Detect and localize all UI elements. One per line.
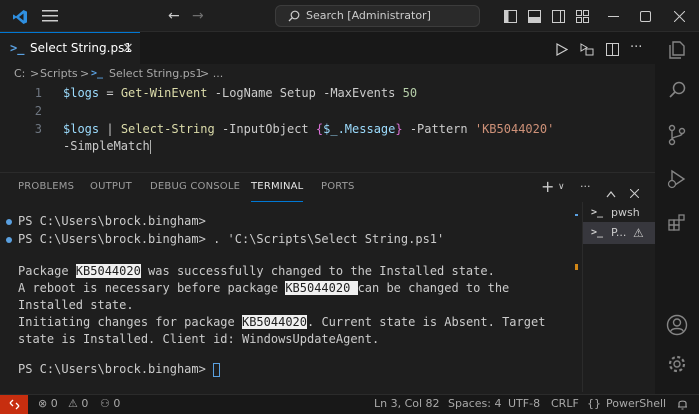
- code-line-1[interactable]: $logs = Get-WinEvent -LogName Setup -Max…: [63, 86, 417, 100]
- run-debug-icon[interactable]: [655, 168, 699, 195]
- scroll-marker: [575, 264, 578, 270]
- breadcrumb-folder[interactable]: Scripts: [40, 64, 78, 84]
- breadcrumb-file[interactable]: Select String.ps1: [109, 64, 202, 84]
- ports-icon: ⚇: [100, 397, 110, 410]
- warnings-indicator[interactable]: ⚠ 0: [68, 395, 88, 413]
- language-mode[interactable]: PowerShell: [606, 395, 666, 413]
- minimize-icon[interactable]: [608, 0, 619, 32]
- encoding[interactable]: UTF-8: [508, 395, 540, 413]
- editor-tab-bar: >_ Select String.ps1 × ···: [0, 32, 655, 64]
- command-decoration-icon[interactable]: [6, 219, 12, 225]
- new-terminal-icon[interactable]: +: [541, 173, 554, 201]
- errors-indicator[interactable]: ⊗ 0: [38, 395, 58, 413]
- chevron-right-icon: >: [30, 67, 40, 80]
- line-number: 3: [34, 122, 42, 136]
- back-arrow-icon[interactable]: ←: [168, 0, 180, 32]
- menu-icon[interactable]: [42, 0, 58, 32]
- tab-terminal[interactable]: TERMINAL: [251, 173, 304, 202]
- chevron-down-icon[interactable]: ∨: [558, 173, 565, 201]
- terminal-line: Package KB5044020 was successfully chang…: [18, 264, 495, 278]
- notifications-icon[interactable]: [677, 395, 688, 413]
- terminal-item-label: P...: [611, 226, 627, 239]
- tab-output[interactable]: OUTPUT: [90, 173, 132, 201]
- line-number: 2: [34, 104, 42, 118]
- vscode-logo-icon: [12, 0, 28, 32]
- terminal-item-label: pwsh: [611, 206, 640, 219]
- activity-bar: [655, 32, 699, 394]
- tab-problems[interactable]: PROBLEMS: [18, 173, 74, 201]
- source-control-icon[interactable]: [655, 124, 699, 151]
- close-icon[interactable]: [673, 0, 686, 32]
- gear-icon[interactable]: [655, 354, 699, 379]
- terminal-line: A reboot is necessary before package KB5…: [18, 281, 510, 295]
- command-decoration-icon[interactable]: [6, 237, 12, 243]
- terminal-cursor: [213, 362, 221, 377]
- error-icon: ⊗: [38, 397, 48, 410]
- search-icon: [288, 6, 300, 26]
- powershell-file-icon: >_: [10, 41, 25, 55]
- tab-select-string[interactable]: >_ Select String.ps1 ×: [0, 32, 140, 64]
- search-icon[interactable]: [655, 80, 699, 105]
- forward-arrow-icon[interactable]: →: [192, 0, 204, 32]
- terminal-item-pwsh[interactable]: >_ pwsh: [583, 202, 655, 224]
- extensions-icon[interactable]: [655, 212, 699, 237]
- code-editor[interactable]: 1 $logs = Get-WinEvent -LogName Setup -M…: [0, 84, 655, 170]
- tab-label: Select String.ps1: [30, 41, 132, 55]
- tab-debug-console[interactable]: DEBUG CONSOLE: [150, 173, 240, 201]
- more-actions-icon[interactable]: ···: [580, 173, 591, 201]
- ports-indicator[interactable]: ⚇ 0: [100, 395, 120, 413]
- split-editor-icon[interactable]: [606, 41, 619, 60]
- explorer-icon[interactable]: [655, 40, 699, 65]
- terminal-line: state is Installed. Client id: WindowsUp…: [18, 332, 380, 346]
- scroll-marker: [575, 214, 578, 216]
- indentation[interactable]: Spaces: 4: [448, 395, 501, 413]
- breadcrumb-drive[interactable]: C:: [14, 64, 25, 84]
- terminal-tabs-list: >_ pwsh >_ P... ⚠: [582, 202, 655, 392]
- tab-close-icon[interactable]: ×: [122, 33, 134, 63]
- run-selection-icon[interactable]: [580, 41, 594, 60]
- terminal-line: Installed state.: [18, 298, 134, 312]
- chevron-right-icon: >: [80, 67, 90, 80]
- terminal-icon: >_: [591, 207, 604, 218]
- warning-icon: ⚠: [633, 226, 644, 240]
- language-braces-icon[interactable]: {}: [587, 395, 601, 413]
- terminal-item-powershell[interactable]: >_ P... ⚠: [583, 222, 655, 244]
- maximize-icon[interactable]: [640, 0, 651, 32]
- terminal-line: PS C:\Users\brock.bingham>: [18, 214, 206, 228]
- status-bar: ⊗ 0 ⚠ 0 ⚇ 0 Ln 3, Col 82 Spaces: 4 UTF-8…: [0, 394, 699, 414]
- code-line-3-wrap[interactable]: -SimpleMatch: [63, 139, 151, 154]
- tab-ports[interactable]: PORTS: [321, 173, 355, 201]
- terminal-prompt-line: PS C:\Users\brock.bingham>: [18, 362, 221, 377]
- layout-panel-icon[interactable]: [528, 0, 541, 32]
- code-line-3[interactable]: $logs | Select-String -InputObject {$_.M…: [63, 122, 554, 136]
- title-bar: ← → Search [Administrator]: [0, 0, 699, 32]
- run-icon[interactable]: [556, 41, 569, 60]
- search-placeholder: Search [Administrator]: [306, 9, 431, 22]
- terminal-line: PS C:\Users\brock.bingham> . 'C:\Scripts…: [18, 232, 445, 246]
- breadcrumb: C: > Scripts > >_ Select String.ps1 > ..…: [0, 64, 655, 84]
- powershell-file-icon: >_: [91, 68, 104, 79]
- layout-sidebar-right-icon[interactable]: [552, 0, 565, 32]
- more-actions-icon[interactable]: ···: [630, 40, 642, 55]
- account-icon[interactable]: [655, 314, 699, 341]
- panel-tab-bar: PROBLEMS OUTPUT DEBUG CONSOLE TERMINAL P…: [0, 172, 655, 202]
- breadcrumb-more[interactable]: > ...: [200, 64, 223, 84]
- command-center-search[interactable]: Search [Administrator]: [275, 5, 480, 27]
- cursor-position[interactable]: Ln 3, Col 82: [374, 395, 440, 413]
- text-cursor: [149, 139, 151, 154]
- terminal-line: Initiating changes for package KB5044020…: [18, 315, 546, 329]
- customize-layout-icon[interactable]: [576, 0, 589, 32]
- layout-sidebar-left-icon[interactable]: [504, 0, 517, 32]
- line-number: 1: [34, 86, 42, 100]
- line-ending[interactable]: CRLF: [551, 395, 579, 413]
- terminal-output[interactable]: PS C:\Users\brock.bingham> PS C:\Users\b…: [0, 202, 575, 392]
- warning-icon: ⚠: [68, 397, 78, 410]
- remote-indicator-icon[interactable]: [0, 395, 28, 414]
- powershell-icon: >_: [591, 227, 604, 238]
